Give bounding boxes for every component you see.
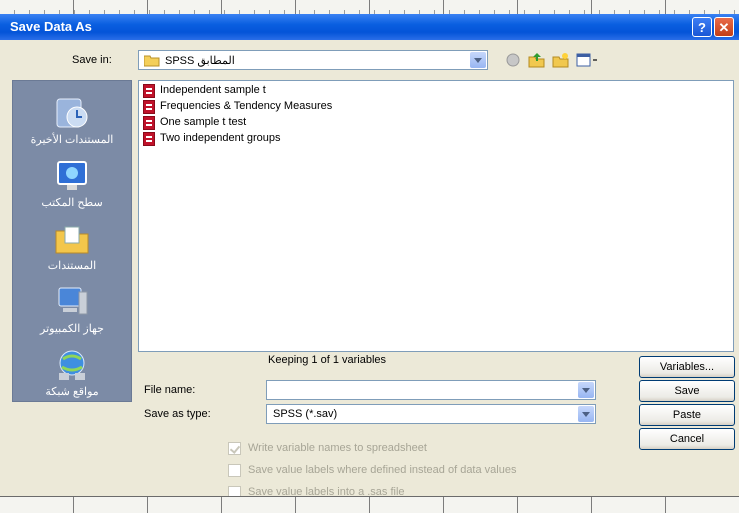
- network-places-icon: [59, 350, 85, 380]
- checkbox-box: [228, 464, 241, 477]
- chevron-down-icon[interactable]: [578, 406, 594, 422]
- column-ruler: [0, 0, 739, 15]
- place-network-places[interactable]: مواقع شبكة: [13, 347, 131, 398]
- file-name: Two independent groups: [160, 132, 281, 144]
- file-name-input[interactable]: [266, 380, 596, 400]
- place-my-documents[interactable]: المستندات: [13, 221, 131, 272]
- cancel-button[interactable]: Cancel: [639, 428, 735, 450]
- file-name-label: File name:: [144, 384, 196, 396]
- views-menu-icon[interactable]: [576, 52, 600, 68]
- file-name: One sample t test: [160, 116, 247, 128]
- folder-icon: [144, 55, 160, 67]
- file-list[interactable]: Independent sample t Frequencies & Tende…: [138, 80, 734, 352]
- place-label: المستندات: [47, 260, 97, 272]
- new-folder-icon[interactable]: [552, 52, 570, 68]
- place-label: المستندات الأخيرة: [30, 134, 114, 146]
- save-in-dropdown[interactable]: SPSS المطابق: [138, 50, 488, 70]
- chevron-down-icon[interactable]: [470, 52, 486, 68]
- file-name: Independent sample t: [160, 84, 266, 96]
- my-computer-icon: [58, 287, 88, 315]
- spss-file-icon: [143, 116, 155, 130]
- file-name: Frequencies & Tendency Measures: [160, 100, 333, 112]
- help-button[interactable]: ?: [692, 17, 712, 37]
- save-as-type-value: SPSS (*.sav): [273, 408, 338, 420]
- place-my-computer[interactable]: جهاز الكمبيوتر: [13, 284, 131, 335]
- paste-button[interactable]: Paste: [639, 404, 735, 426]
- title-bar[interactable]: Save Data As ? ✕: [0, 14, 739, 40]
- save-in-label: Save in:: [72, 54, 112, 66]
- checkbox-box: [228, 442, 241, 455]
- desktop-icon: [57, 161, 87, 190]
- place-label: جهاز الكمبيوتر: [40, 323, 104, 335]
- place-label: سطح المكتب: [41, 197, 103, 209]
- chevron-down-icon[interactable]: [578, 382, 594, 398]
- spss-file-icon: [143, 84, 155, 98]
- keeping-variables-text: Keeping 1 of 1 variables: [268, 354, 387, 366]
- recent-documents-icon: [56, 98, 88, 128]
- save-data-as-dialog: Save Data As ? ✕ Save in: SPSS المطابق ا…: [0, 14, 739, 499]
- up-folder-icon[interactable]: [528, 52, 546, 68]
- save-as-type-label: Save as type:: [144, 408, 211, 420]
- spss-file-icon: [143, 132, 155, 146]
- places-bar: المستندات الأخيرة سطح المكتب المستندات ج…: [12, 80, 132, 402]
- place-label: مواقع شبكة: [45, 386, 99, 398]
- place-desktop[interactable]: سطح المكتب: [13, 158, 131, 209]
- dialog-title: Save Data As: [10, 19, 92, 34]
- place-recent-documents[interactable]: المستندات الأخيرة: [13, 95, 131, 146]
- bottom-ruler: [0, 496, 739, 513]
- back-icon[interactable]: [504, 52, 522, 68]
- save-in-value: SPSS المطابق: [165, 55, 235, 67]
- save-button[interactable]: Save: [639, 380, 735, 402]
- my-documents-icon: [55, 226, 89, 254]
- variables-button[interactable]: Variables...: [639, 356, 735, 378]
- save-as-type-dropdown[interactable]: SPSS (*.sav): [266, 404, 596, 424]
- spss-file-icon: [143, 100, 155, 114]
- close-button[interactable]: ✕: [714, 17, 734, 37]
